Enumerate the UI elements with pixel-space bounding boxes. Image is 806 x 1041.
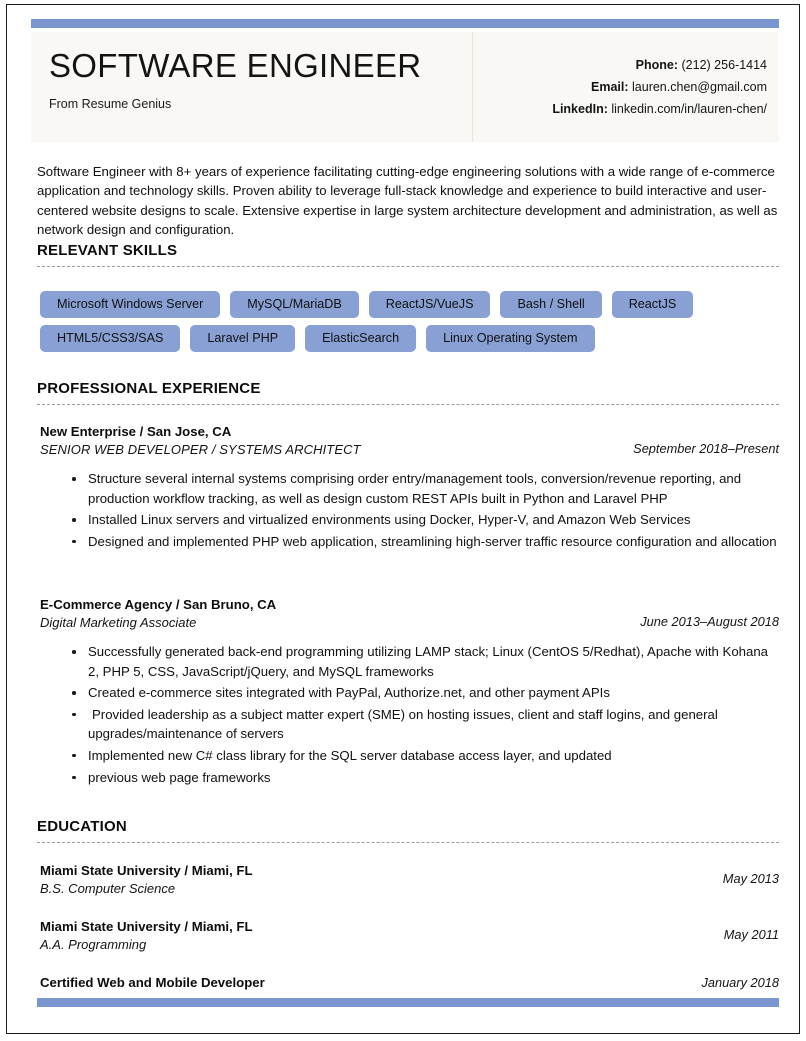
education-school: Miami State University / Miami, FL <box>40 919 253 934</box>
list-item: Successfully generated back-end programm… <box>72 642 779 681</box>
skill-pill[interactable]: ReactJS <box>611 291 694 318</box>
education-entry: Certified Web and Mobile Developer Janua… <box>40 974 779 992</box>
education-certification: Certified Web and Mobile Developer <box>40 975 265 990</box>
section-heading-education: EDUCATION <box>37 818 779 843</box>
section-heading-skills-label: RELEVANT SKILLS <box>37 242 178 259</box>
professional-summary: Software Engineer with 8+ years of exper… <box>37 164 778 238</box>
contact-phone: Phone: (212) 256-1414 <box>473 54 767 76</box>
skills-row: HTML5/CSS3/SAS Laravel PHP ElasticSearch… <box>40 325 782 352</box>
section-divider <box>37 842 779 843</box>
list-item: Created e-commerce sites integrated with… <box>72 683 779 703</box>
experience-employer: E-Commerce Agency / San Bruno, CA <box>40 597 277 612</box>
education-entry-titles: Miami State University / Miami, FL B.S. … <box>40 862 253 898</box>
contact-linkedin-label: LinkedIn: <box>552 102 608 116</box>
page-title: SOFTWARE ENGINEER <box>49 47 422 84</box>
header-subtitle: From Resume Genius <box>49 97 172 111</box>
contact-linkedin-value[interactable]: linkedin.com/in/lauren-chen/ <box>611 102 767 116</box>
experience-entry: New Enterprise / San Jose, CA SENIOR WEB… <box>40 423 779 553</box>
contact-email-value[interactable]: lauren.chen@gmail.com <box>632 80 767 94</box>
experience-entry: E-Commerce Agency / San Bruno, CA Digita… <box>40 596 779 789</box>
education-degree: B.S. Computer Science <box>40 881 176 896</box>
experience-role: SENIOR WEB DEVELOPER / SYSTEMS ARCHITECT <box>40 442 361 457</box>
experience-bullets: Structure several internal systems compr… <box>40 469 779 551</box>
contact-phone-value: (212) 256-1414 <box>681 58 767 72</box>
education-entry: Miami State University / Miami, FL B.S. … <box>40 862 779 898</box>
contact-block: Phone: (212) 256-1414 Email: lauren.chen… <box>473 32 779 142</box>
list-item: Installed Linux servers and virtualized … <box>72 510 779 530</box>
list-item: Designed and implemented PHP web applica… <box>72 532 779 552</box>
contact-email-label: Email: <box>591 80 629 94</box>
skill-pill[interactable]: Bash / Shell <box>500 291 602 318</box>
skill-pill[interactable]: ElasticSearch <box>305 325 417 352</box>
education-degree: A.A. Programming <box>40 937 147 952</box>
resume-page: SOFTWARE ENGINEER From Resume Genius Pho… <box>6 4 800 1034</box>
education-school: Miami State University / Miami, FL <box>40 863 253 878</box>
education-date: May 2013 <box>722 871 779 886</box>
header-identity: SOFTWARE ENGINEER From Resume Genius <box>31 32 473 142</box>
skill-pill[interactable]: Laravel PHP <box>190 325 296 352</box>
list-item: Provided leadership as a subject matter … <box>72 705 779 744</box>
bottom-accent-bar <box>37 998 779 1007</box>
experience-date: September 2018–Present <box>633 441 779 456</box>
experience-role: Digital Marketing Associate <box>40 615 197 630</box>
education-list: Miami State University / Miami, FL B.S. … <box>40 862 779 992</box>
section-heading-education-label: EDUCATION <box>37 818 127 835</box>
skills-row: Microsoft Windows Server MySQL/MariaDB R… <box>40 291 782 318</box>
education-date: January 2018 <box>701 975 779 990</box>
education-entry: Miami State University / Miami, FL A.A. … <box>40 918 779 954</box>
education-entry-titles: Miami State University / Miami, FL A.A. … <box>40 918 253 954</box>
experience-entry-header: New Enterprise / San Jose, CA SENIOR WEB… <box>40 423 779 459</box>
skill-pill[interactable]: HTML5/CSS3/SAS <box>40 325 181 352</box>
education-entry-titles: Certified Web and Mobile Developer <box>40 974 265 992</box>
section-heading-skills: RELEVANT SKILLS <box>37 242 779 267</box>
education-date: May 2011 <box>723 927 779 942</box>
list-item: previous web page frameworks <box>72 768 779 788</box>
experience-entry-titles: E-Commerce Agency / San Bruno, CA Digita… <box>40 596 276 632</box>
skill-pill[interactable]: Linux Operating System <box>426 325 595 352</box>
contact-phone-label: Phone: <box>635 58 679 72</box>
experience-employer: New Enterprise / San Jose, CA <box>40 424 232 439</box>
section-heading-experience-label: PROFESSIONAL EXPERIENCE <box>37 380 261 397</box>
section-divider <box>37 404 779 405</box>
experience-entry-titles: New Enterprise / San Jose, CA SENIOR WEB… <box>40 423 361 459</box>
skill-pill[interactable]: MySQL/MariaDB <box>230 291 359 318</box>
experience-entry-header: E-Commerce Agency / San Bruno, CA Digita… <box>40 596 779 632</box>
skills-list: Microsoft Windows Server MySQL/MariaDB R… <box>40 291 782 359</box>
section-divider <box>37 266 779 267</box>
contact-email: Email: lauren.chen@gmail.com <box>473 76 767 98</box>
skill-pill[interactable]: ReactJS/VueJS <box>368 291 491 318</box>
section-heading-experience: PROFESSIONAL EXPERIENCE <box>37 380 779 405</box>
skill-pill[interactable]: Microsoft Windows Server <box>40 291 221 318</box>
resume-header: SOFTWARE ENGINEER From Resume Genius Pho… <box>31 32 779 142</box>
experience-bullets: Successfully generated back-end programm… <box>40 642 779 787</box>
list-item: Implemented new C# class library for the… <box>72 746 779 766</box>
list-item: Structure several internal systems compr… <box>72 469 779 508</box>
experience-date: June 2013–August 2018 <box>640 614 779 629</box>
top-accent-bar <box>31 19 779 28</box>
contact-linkedin: LinkedIn: linkedin.com/in/lauren-chen/ <box>473 98 767 120</box>
